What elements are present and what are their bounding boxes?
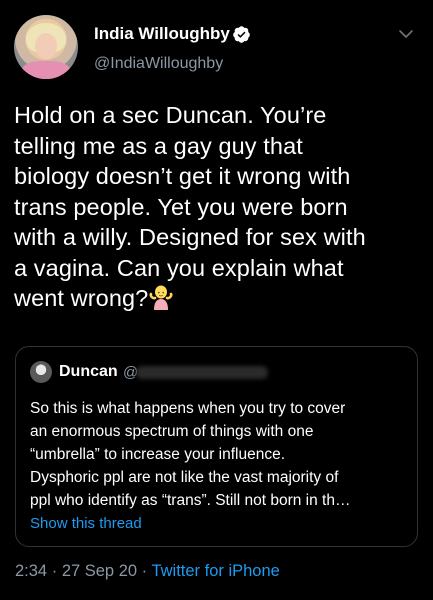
tweet-text-line: trans people. Yet you were born bbox=[14, 193, 348, 220]
show-thread-link[interactable]: Show this thread bbox=[30, 515, 142, 532]
quoted-author-avatar bbox=[30, 361, 52, 383]
author-avatar[interactable] bbox=[14, 15, 78, 79]
tweet-text-line-last: went wrong? bbox=[14, 283, 422, 314]
quoted-author-name: Duncan bbox=[59, 363, 118, 380]
quoted-tweet-text-line: “umbrella” to increase your influence. bbox=[30, 446, 286, 463]
tweet-text-line: a vagina. Can you explain what bbox=[14, 254, 344, 281]
author-handle[interactable]: @IndiaWilloughby bbox=[94, 55, 223, 73]
meta-separator: · bbox=[141, 562, 148, 580]
verified-badge-icon bbox=[233, 26, 250, 43]
tweet-date[interactable]: 27 Sep 20 bbox=[62, 562, 137, 580]
avatar-face bbox=[35, 33, 57, 59]
quoted-tweet-text-line: So this is what happens when you try to … bbox=[30, 400, 346, 417]
tweet-text-line: with a willy. Designed for sex with bbox=[14, 224, 366, 250]
chevron-down-icon[interactable] bbox=[398, 26, 414, 42]
meta-separator: · bbox=[51, 562, 58, 580]
tweet-meta: 2:34 · 27 Sep 20 · Twitter for iPhone bbox=[15, 562, 280, 581]
woman-shrugging-emoji-icon bbox=[149, 285, 173, 310]
tweet-text: Hold on a sec Duncan. You’re telling me … bbox=[14, 100, 422, 314]
quoted-tweet-text-line: ppl who identify as “trans”. Still not b… bbox=[30, 492, 351, 509]
quoted-tweet-card[interactable]: Duncan @ So this is what happens when yo… bbox=[15, 346, 418, 547]
avatar-shirt bbox=[22, 61, 70, 79]
quoted-tweet-text-line: Dysphoric ppl are not like the vast majo… bbox=[30, 469, 339, 486]
quoted-tweet-text-line: an enormous spectrum of things with one bbox=[30, 423, 314, 440]
tweet-source-link[interactable]: Twitter for iPhone bbox=[151, 562, 279, 580]
quoted-tweet-text: So this is what happens when you try to … bbox=[30, 397, 408, 512]
tweet-text-line: telling me as a gay guy that bbox=[14, 132, 303, 159]
tweet: India Willoughby @IndiaWilloughby Hold o… bbox=[0, 0, 433, 600]
tweet-text-line-content: went wrong? bbox=[14, 285, 149, 311]
tweet-time[interactable]: 2:34 bbox=[15, 562, 47, 580]
tweet-text-line: Hold on a sec Duncan. You’re bbox=[14, 102, 327, 128]
tweet-text-line: biology doesn’t get it wrong with bbox=[14, 163, 351, 189]
quoted-author-handle-redaction bbox=[136, 366, 268, 379]
author-display-name[interactable]: India Willoughby bbox=[94, 24, 230, 44]
